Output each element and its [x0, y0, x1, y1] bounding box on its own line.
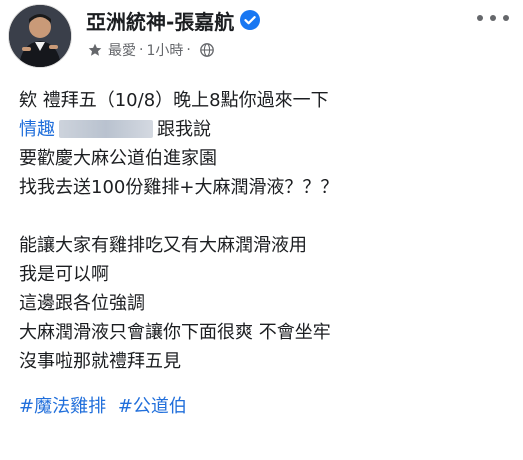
- post-line: 欸 禮拜五（10/8）晚上8點你過來一下: [19, 90, 329, 111]
- hashtag-link[interactable]: #公道伯: [118, 396, 187, 417]
- post-line: 要歡慶大麻公道伯進家園: [19, 148, 217, 169]
- post-line-text: 跟我說: [157, 119, 211, 140]
- audience-label: 最愛: [108, 43, 136, 59]
- globe-icon[interactable]: [199, 43, 214, 57]
- post-line: 這邊跟各位強調: [19, 293, 145, 314]
- author-name[interactable]: 亞洲統神-張嘉航: [86, 6, 234, 35]
- post-timestamp[interactable]: 1小時: [146, 40, 183, 60]
- verified-badge-icon: [240, 10, 261, 30]
- hashtag-link[interactable]: #魔法雞排: [19, 396, 106, 417]
- post-line: 大麻潤滑液只會讓你下面很爽 不會坐牢: [19, 322, 331, 343]
- post-meta: 最愛 · 1小時 ·: [88, 40, 214, 60]
- post-line: 找我去送100份雞排+大麻潤滑液？？？: [19, 177, 339, 198]
- post-line: 我是可以啊: [19, 264, 109, 285]
- profile-avatar[interactable]: [8, 4, 72, 68]
- post-body: 欸 禮拜五（10/8）晚上8點你過來一下 情趣 跟我說 要歡慶大麻公道伯進家園 找…: [19, 86, 514, 421]
- avatar-photo: [9, 5, 71, 67]
- post-line: 情趣 跟我說: [19, 115, 514, 144]
- more-options-icon[interactable]: [477, 10, 509, 26]
- post-header: 亞洲統神-張嘉航 最愛 · 1小時 ·: [0, 0, 523, 70]
- blurred-name: [59, 120, 153, 138]
- star-icon: [88, 43, 102, 56]
- meta-separator: ·: [139, 42, 144, 58]
- post-line: 沒事啦那就禮拜五見: [19, 351, 181, 372]
- post-line: 能讓大家有雞排吃又有大麻潤滑液用: [19, 235, 307, 256]
- hashtags: #魔法雞排 #公道伯: [19, 392, 514, 421]
- meta-separator: ·: [186, 42, 191, 58]
- mention-link[interactable]: 情趣: [19, 119, 55, 140]
